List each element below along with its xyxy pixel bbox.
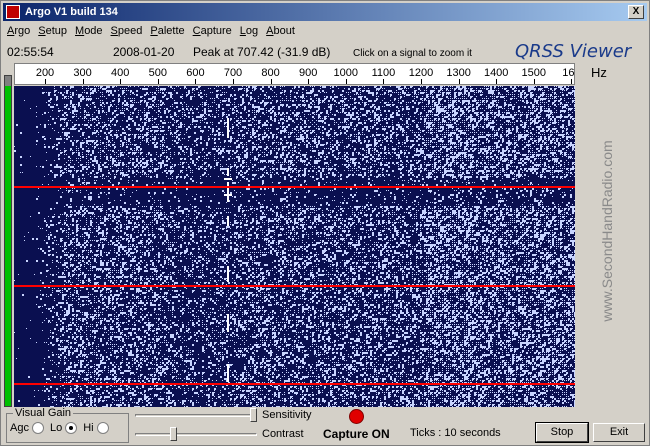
stop-button[interactable]: Stop [535, 422, 589, 443]
waterfall-canvas[interactable] [14, 86, 575, 407]
menu-log[interactable]: Log [236, 22, 262, 41]
app-window: Argo V1 build 134 X Argo Setup Mode Speed Pa… [0, 0, 650, 446]
scale-tick [533, 79, 535, 84]
menu-mode[interactable]: Mode [71, 22, 107, 41]
peak-readout: Peak at 707.42 (-31.9 dB) [193, 45, 331, 59]
scale-label-300: 300 [73, 67, 92, 79]
signal-level-meter [4, 75, 12, 407]
menu-capture[interactable]: Capture [189, 22, 236, 41]
contrast-slider[interactable] [135, 425, 257, 445]
sensitivity-track [135, 414, 257, 417]
hi-label: Hi [83, 422, 94, 434]
scale-tick [82, 79, 84, 84]
scale-tick [421, 79, 422, 84]
menu-palette[interactable]: Palette [146, 22, 188, 41]
scale-label-900: 900 [299, 67, 318, 79]
visual-gain-group: Visual Gain Agc Lo Hi [6, 407, 129, 443]
scale-label-160: 160 [562, 67, 575, 79]
contrast-label: Contrast [262, 428, 304, 440]
frequency-unit: Hz [591, 65, 607, 80]
scale-label-800: 800 [261, 67, 280, 79]
scale-label-400: 400 [111, 67, 130, 79]
lo-label: Lo [49, 422, 63, 434]
current-date: 2008-01-20 [113, 45, 175, 59]
sensitivity-thumb[interactable] [250, 408, 257, 422]
scale-label-1100: 1100 [371, 67, 396, 79]
scale-tick [120, 79, 122, 84]
scale-label-700: 700 [223, 67, 243, 79]
scale-tick [458, 79, 460, 84]
clock-time: 02:55:54 [7, 45, 54, 59]
scale-label-1400: 1400 [483, 67, 509, 79]
agc-label: Agc [10, 422, 29, 434]
capture-indicator-icon [349, 409, 364, 424]
scale-tick [45, 79, 46, 84]
sensitivity-slider[interactable] [135, 406, 257, 426]
ticks-interval: Ticks : 10 seconds [410, 427, 501, 439]
frequency-scale: 200 300 400 500 600 700 800 900 1000 1100 1200 1300… [14, 63, 575, 85]
scale-tick [571, 79, 573, 84]
close-button[interactable]: X [628, 5, 644, 19]
lo-radio[interactable] [65, 422, 78, 434]
scale-label-1500: 1500 [521, 67, 547, 79]
scale-label-1300: 1300 [446, 67, 471, 79]
scale-label-600: 600 [186, 67, 205, 79]
menu-bar: Argo Setup Mode Speed Palette Capture Log About [3, 22, 647, 41]
title-bar[interactable]: Argo V1 build 134 X [3, 3, 647, 21]
contrast-thumb[interactable] [169, 427, 177, 441]
time-tick-line-3 [14, 383, 575, 385]
agc-radio[interactable] [31, 422, 44, 434]
zoom-hint: Click on a signal to zoom it [353, 48, 472, 59]
hi-radio[interactable] [96, 422, 109, 434]
scale-tick [195, 79, 197, 84]
scale-tick [308, 79, 310, 84]
exit-button[interactable]: Exit [593, 423, 645, 442]
signal-level-fill [5, 85, 11, 406]
scale-tick [345, 79, 347, 84]
menu-about[interactable]: About [262, 22, 299, 41]
scale-label-1000: 1000 [333, 67, 359, 79]
scale-tick [233, 79, 234, 84]
brand-logo: QRSS Viewer [515, 41, 632, 62]
scale-label-200: 200 [35, 67, 55, 79]
contrast-track [135, 433, 257, 436]
scale-tick [383, 79, 385, 84]
window-title: Argo V1 build 134 [25, 6, 118, 18]
time-tick-line-1 [14, 186, 575, 188]
scale-label-1200: 1200 [408, 67, 434, 79]
gain-radio-row: Agc Lo Hi [10, 422, 115, 434]
scale-tick [157, 79, 159, 84]
sensitivity-label: Sensitivity [262, 409, 312, 421]
noise-layer [14, 86, 575, 407]
scale-label-500: 500 [148, 67, 167, 79]
menu-argo[interactable]: Argo [3, 22, 34, 41]
watermark: www.SecondHandRadio.com [587, 121, 627, 341]
scale-tick [270, 79, 272, 84]
waterfall-display[interactable] [14, 86, 575, 407]
menu-speed[interactable]: Speed [107, 22, 147, 41]
info-bar: 02:55:54 2008-01-20 Peak at 707.42 (-31.… [3, 41, 647, 63]
app-icon [6, 5, 20, 19]
capture-status: Capture ON [323, 427, 390, 441]
time-tick-line-2 [14, 285, 575, 287]
menu-setup[interactable]: Setup [34, 22, 71, 41]
scale-tick [496, 79, 498, 84]
visual-gain-title: Visual Gain [13, 407, 74, 419]
watermark-text: www.SecondHandRadio.com [599, 140, 615, 322]
